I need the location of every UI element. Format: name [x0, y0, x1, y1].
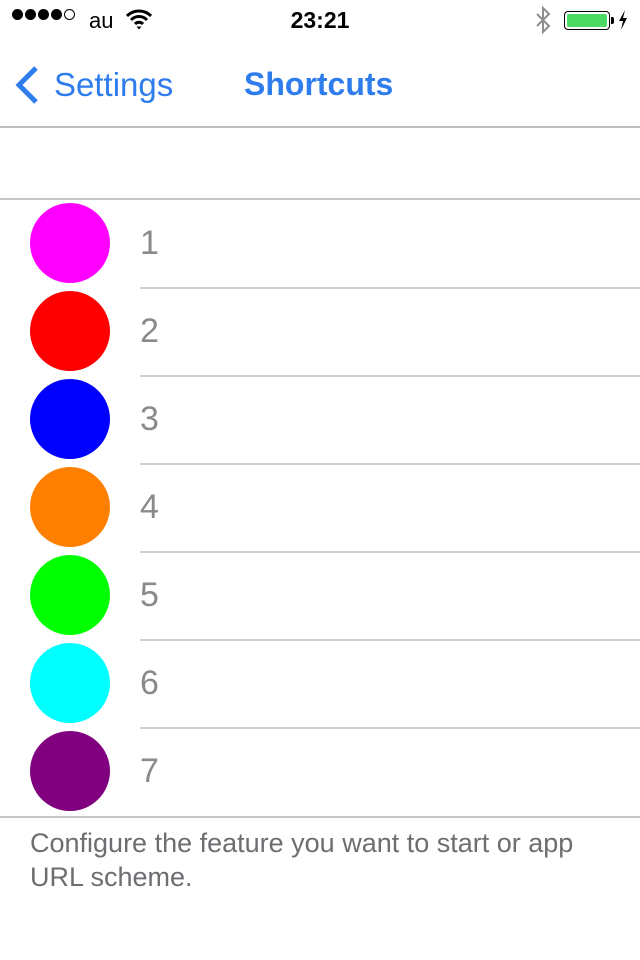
shortcut-row-3[interactable]: 3 [0, 375, 640, 464]
page-title: Shortcuts [244, 66, 394, 102]
shortcut-label: 1 [140, 224, 159, 262]
shortcut-label: 7 [140, 752, 159, 790]
color-swatch-icon [30, 291, 110, 371]
navigation-bar: Settings Shortcuts [0, 40, 640, 128]
section-footer-text: Configure the feature you want to start … [30, 828, 574, 892]
back-button[interactable]: Settings [14, 64, 173, 106]
battery-level [567, 14, 607, 27]
shortcut-label: 5 [140, 576, 159, 614]
color-swatch-icon [30, 643, 110, 723]
color-swatch-icon [30, 203, 110, 283]
shortcut-label: 2 [140, 312, 159, 350]
chevron-left-icon [15, 66, 38, 104]
shortcut-row-7[interactable]: 7 [0, 727, 640, 816]
shortcut-label: 4 [140, 488, 159, 526]
shortcut-row-2[interactable]: 2 [0, 287, 640, 376]
back-button-label: Settings [54, 66, 174, 103]
battery-tip [611, 17, 614, 24]
battery-icon [564, 11, 610, 30]
shortcut-label: 3 [140, 400, 159, 438]
shortcut-label: 6 [140, 664, 159, 702]
charging-bolt-icon [619, 10, 627, 30]
shortcut-row-4[interactable]: 4 [0, 463, 640, 552]
color-swatch-icon [30, 555, 110, 635]
color-swatch-icon [30, 467, 110, 547]
status-bar: au 23:21 [0, 0, 640, 40]
color-swatch-icon [30, 731, 110, 811]
shortcut-row-1[interactable]: 1 [0, 200, 640, 288]
bluetooth-icon [536, 6, 551, 34]
color-swatch-icon [30, 379, 110, 459]
shortcut-row-5[interactable]: 5 [0, 551, 640, 640]
shortcuts-list: 1 2 3 4 5 6 7 [0, 198, 640, 818]
shortcut-row-6[interactable]: 6 [0, 639, 640, 728]
